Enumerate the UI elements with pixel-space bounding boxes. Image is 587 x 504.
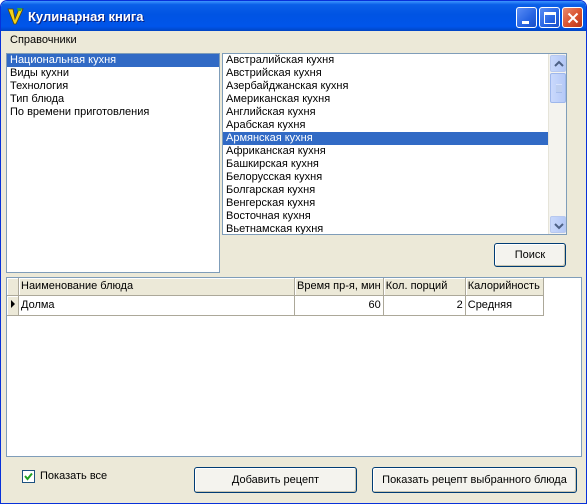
value-item[interactable]: Австралийская кухня: [223, 54, 548, 67]
show-all-checkbox[interactable]: [22, 470, 35, 483]
search-button[interactable]: Поиск: [494, 243, 566, 267]
cell-dish-name[interactable]: Долма: [18, 295, 295, 316]
chevron-up-icon: [554, 60, 564, 67]
value-item[interactable]: Азербайджанская кухня: [223, 80, 548, 93]
window-title: Кулинарная книга: [28, 9, 144, 24]
cell-calories[interactable]: Средняя: [465, 295, 544, 316]
value-item[interactable]: Арабская кухня: [223, 119, 548, 132]
column-header-calories[interactable]: Калорийность: [465, 278, 544, 296]
value-item[interactable]: Английская кухня: [223, 106, 548, 119]
value-item[interactable]: Болгарская кухня: [223, 184, 548, 197]
category-list[interactable]: Национальная кухня Виды кухни Технология…: [6, 53, 220, 273]
checkmark-icon: [24, 472, 33, 481]
value-item[interactable]: Американская кухня: [223, 93, 548, 106]
row-indicator: [7, 295, 19, 316]
menu-item-directories[interactable]: Справочники: [10, 34, 77, 46]
grid-header-row: Наименование блюда Время пр-я, мин Кол. …: [7, 278, 544, 296]
show-recipe-button[interactable]: Показать рецепт выбранного блюда: [372, 467, 577, 493]
grid-corner: [7, 278, 19, 296]
current-row-arrow-icon: [11, 299, 15, 308]
scroll-thumb[interactable]: [550, 73, 566, 103]
category-item[interactable]: Национальная кухня: [7, 54, 219, 67]
maximize-icon: [544, 12, 556, 24]
scroll-down-button[interactable]: [550, 216, 566, 233]
scroll-up-button[interactable]: [550, 55, 566, 72]
chevron-down-icon: [554, 223, 564, 230]
category-item[interactable]: Виды кухни: [7, 67, 219, 80]
category-item[interactable]: По времени приготовления: [7, 106, 219, 119]
value-item[interactable]: Восточная кухня: [223, 210, 548, 223]
close-icon: [567, 12, 579, 24]
column-header-servings[interactable]: Кол. порций: [383, 278, 466, 296]
value-item[interactable]: Австрийская кухня: [223, 67, 548, 80]
grip-icon: [556, 84, 562, 93]
value-item[interactable]: Белорусская кухня: [223, 171, 548, 184]
minimize-button[interactable]: [516, 7, 537, 28]
value-item[interactable]: Башкирская кухня: [223, 158, 548, 171]
value-item[interactable]: Африканская кухня: [223, 145, 548, 158]
dishes-grid[interactable]: Наименование блюда Время пр-я, мин Кол. …: [6, 277, 582, 457]
column-header-dish-name[interactable]: Наименование блюда: [18, 278, 295, 296]
category-item[interactable]: Технология: [7, 80, 219, 93]
column-header-cook-time[interactable]: Время пр-я, мин: [294, 278, 384, 296]
value-item[interactable]: Вьетнамская кухня: [223, 223, 548, 234]
minimize-icon: [522, 21, 529, 24]
close-button[interactable]: [562, 7, 583, 28]
value-item[interactable]: Венгерская кухня: [223, 197, 548, 210]
add-recipe-button[interactable]: Добавить рецепт: [194, 467, 357, 493]
maximize-button[interactable]: [539, 7, 560, 28]
table-row[interactable]: Долма 60 2 Средняя: [7, 295, 544, 316]
cell-cook-time[interactable]: 60: [294, 295, 384, 316]
category-item[interactable]: Тип блюда: [7, 93, 219, 106]
menu-bar: Справочники: [1, 31, 586, 49]
app-icon: [6, 7, 24, 25]
value-list[interactable]: Австралийская кухня Австрийская кухня Аз…: [222, 53, 567, 235]
value-item[interactable]: Армянская кухня: [223, 132, 548, 145]
title-bar[interactable]: Кулинарная книга: [1, 1, 586, 31]
vertical-scrollbar[interactable]: [548, 54, 566, 234]
show-all-label[interactable]: Показать все: [40, 470, 107, 482]
cell-servings[interactable]: 2: [383, 295, 466, 316]
main-window: Кулинарная книга Справочники Национальна…: [0, 0, 587, 504]
